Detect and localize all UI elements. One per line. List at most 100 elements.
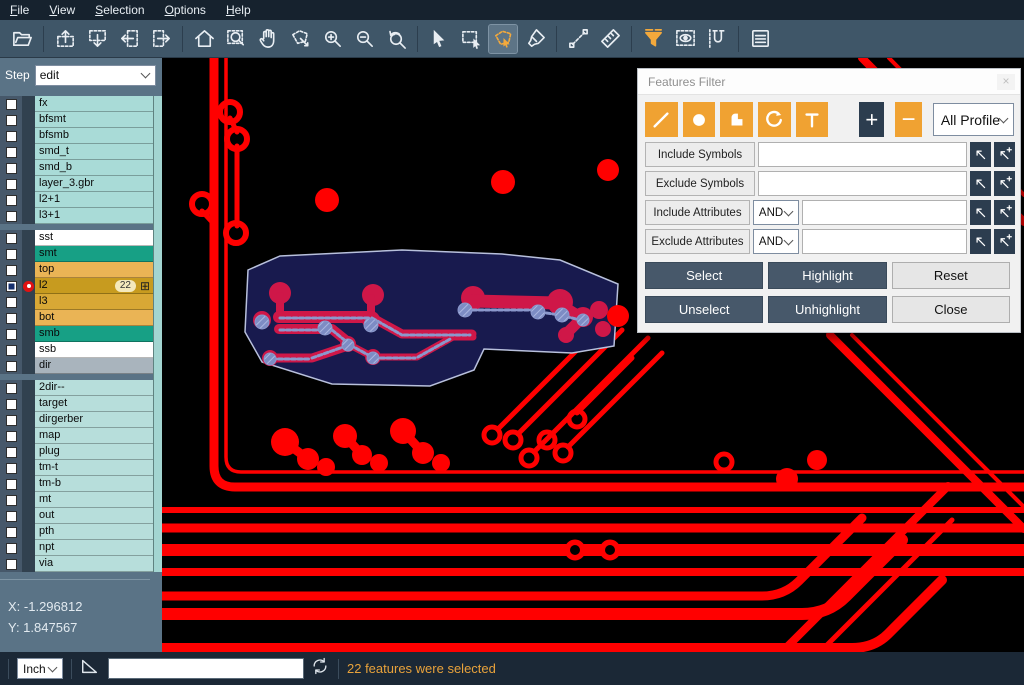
layer-name[interactable]: dirgerber (35, 412, 153, 428)
zoom-previous-button[interactable] (382, 25, 410, 53)
layer-name[interactable]: smd_t (35, 144, 153, 160)
angle-mode-icon[interactable] (80, 656, 100, 681)
zoom-window-button[interactable] (222, 25, 250, 53)
unselect-button[interactable]: Unselect (645, 296, 763, 323)
layer-row[interactable]: mt (0, 492, 153, 508)
layer-name[interactable]: via (35, 556, 153, 572)
layer-row[interactable]: l3+1 (0, 208, 153, 224)
layer-checkbox[interactable] (6, 233, 17, 244)
layer-list-scrollbar[interactable] (153, 96, 162, 572)
dialog-close-button[interactable]: × (997, 74, 1015, 90)
layer-checkbox[interactable] (6, 479, 17, 490)
layer-checkbox[interactable] (6, 131, 17, 142)
assign-exclude-symbols-button[interactable] (970, 171, 991, 196)
scroll-up-button[interactable] (51, 25, 79, 53)
layer-name[interactable]: out (35, 508, 153, 524)
layer-row[interactable]: pth (0, 524, 153, 540)
include-attributes-input[interactable] (802, 200, 967, 225)
layer-row[interactable]: top (0, 262, 153, 278)
menu-view[interactable]: View (39, 0, 85, 20)
filter-positive-button[interactable]: + (859, 102, 884, 137)
assign-add-exclude-attributes-button[interactable] (994, 229, 1015, 254)
layer-name[interactable]: bfsmt (35, 112, 153, 128)
select-button[interactable]: Select (645, 262, 763, 289)
layer-row[interactable]: map (0, 428, 153, 444)
units-select[interactable]: Inch (17, 658, 63, 679)
measure-points-button[interactable] (564, 25, 592, 53)
exclude-attributes-button[interactable]: Exclude Attributes (645, 229, 750, 254)
layer-checkbox[interactable] (6, 431, 17, 442)
assign-include-symbols-button[interactable] (970, 142, 991, 167)
layer-checkbox[interactable] (6, 361, 17, 372)
menu-file[interactable]: File (0, 0, 39, 20)
layer-row[interactable]: plug (0, 444, 153, 460)
layer-checkbox[interactable] (6, 329, 17, 340)
layer-checkbox[interactable] (6, 447, 17, 458)
layer-checkbox[interactable] (6, 211, 17, 222)
include-symbols-button[interactable]: Include Symbols (645, 142, 755, 167)
layer-name[interactable]: map (35, 428, 153, 444)
layer-row[interactable]: bfsmb (0, 128, 153, 144)
layer-checkbox[interactable] (6, 415, 17, 426)
menu-help[interactable]: Help (216, 0, 261, 20)
layer-checkbox[interactable] (6, 543, 17, 554)
assign-add-exclude-symbols-button[interactable] (994, 171, 1015, 196)
open-file-button[interactable] (8, 25, 36, 53)
polygon-select-button[interactable] (489, 25, 517, 53)
exclude-symbols-input[interactable] (758, 171, 967, 196)
layer-checkbox[interactable] (6, 313, 17, 324)
scroll-left-button[interactable] (115, 25, 143, 53)
layer-name[interactable]: target (35, 396, 153, 412)
profile-select[interactable]: All Profile (933, 103, 1014, 136)
filter-line-button[interactable] (645, 102, 678, 137)
zoom-in-button[interactable] (318, 25, 346, 53)
exclude-symbols-button[interactable]: Exclude Symbols (645, 171, 755, 196)
layer-checkbox[interactable] (6, 195, 17, 206)
filter-negative-button[interactable]: − (895, 102, 922, 137)
filter-surface-button[interactable] (720, 102, 753, 137)
layer-name[interactable]: dir (35, 358, 153, 374)
layer-name[interactable]: layer_3.gbr (35, 176, 153, 192)
exclude-attributes-input[interactable] (802, 229, 967, 254)
rect-select-button[interactable] (457, 25, 485, 53)
layer-name[interactable]: fx (35, 96, 153, 112)
layer-checkbox[interactable] (6, 463, 17, 474)
layer-checkbox[interactable] (6, 147, 17, 158)
filter-arc-button[interactable] (758, 102, 791, 137)
zoom-out-button[interactable] (350, 25, 378, 53)
layer-row[interactable]: tm-b (0, 476, 153, 492)
exclude-attributes-op-select[interactable]: AND (753, 229, 799, 254)
step-select[interactable]: edit (35, 65, 156, 86)
layer-name[interactable]: bot (35, 310, 153, 326)
assign-exclude-attributes-button[interactable] (970, 229, 991, 254)
layer-name[interactable]: bfsmb (35, 128, 153, 144)
layer-name[interactable]: top (35, 262, 153, 278)
layer-checkbox[interactable] (6, 249, 17, 260)
layer-checkbox[interactable] (6, 99, 17, 110)
layer-row[interactable]: bot (0, 310, 153, 326)
highlight-view-button[interactable] (671, 25, 699, 53)
assign-include-attributes-button[interactable] (970, 200, 991, 225)
layer-row[interactable]: smd_t (0, 144, 153, 160)
layer-name[interactable]: sst (35, 230, 153, 246)
layer-row[interactable]: target (0, 396, 153, 412)
layer-row[interactable]: bfsmt (0, 112, 153, 128)
layer-name[interactable]: pth (35, 524, 153, 540)
layer-name[interactable]: l222⊞ (35, 278, 153, 294)
layer-name[interactable]: npt (35, 540, 153, 556)
features-filter-button[interactable] (639, 25, 667, 53)
clean-tool-button[interactable] (521, 25, 549, 53)
layer-name[interactable]: plug (35, 444, 153, 460)
layer-row[interactable]: ssb (0, 342, 153, 358)
assign-add-include-attributes-button[interactable] (994, 200, 1015, 225)
layer-name[interactable]: mt (35, 492, 153, 508)
layer-row[interactable]: out (0, 508, 153, 524)
filter-text-button[interactable] (796, 102, 829, 137)
layer-checkbox[interactable] (6, 345, 17, 356)
assign-add-include-symbols-button[interactable] (994, 142, 1015, 167)
layer-checkbox[interactable] (6, 495, 17, 506)
layer-name[interactable]: smb (35, 326, 153, 342)
select-cursor-button[interactable] (425, 25, 453, 53)
layer-name[interactable]: smt (35, 246, 153, 262)
home-view-button[interactable] (190, 25, 218, 53)
